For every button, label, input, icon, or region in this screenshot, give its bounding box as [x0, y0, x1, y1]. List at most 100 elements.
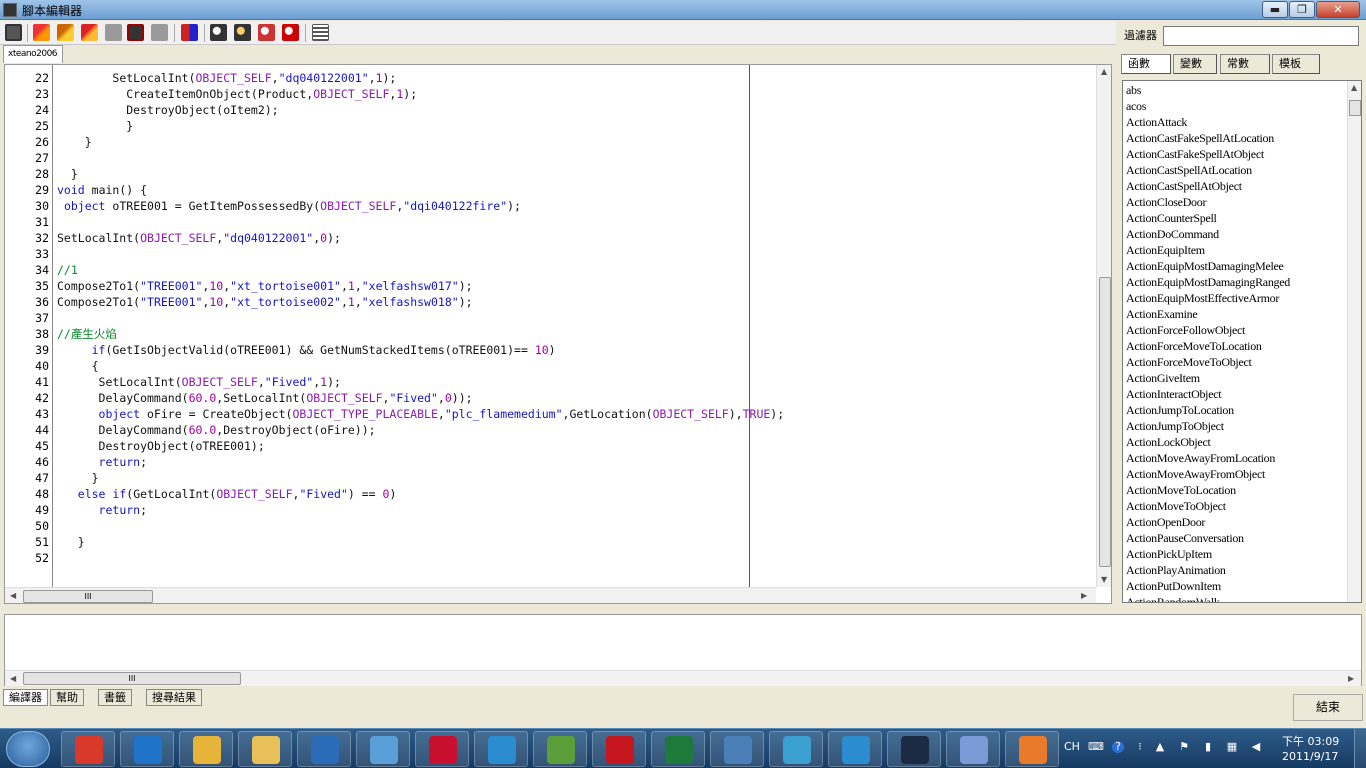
- taskbar-app-acrobat[interactable]: [415, 731, 469, 767]
- code-line[interactable]: DelayCommand(60.0,SetLocalInt(OBJECT_SEL…: [57, 390, 473, 406]
- bookmark-icon[interactable]: [181, 24, 198, 41]
- function-list-item[interactable]: ActionForceMoveToObject: [1126, 354, 1252, 370]
- code-line[interactable]: SetLocalInt(OBJECT_SELF,"Fived",1);: [57, 374, 341, 390]
- finish-button[interactable]: 結束: [1293, 694, 1363, 721]
- code-line[interactable]: DestroyObject(oItem2);: [57, 102, 278, 118]
- taskbar-app-internet-explorer[interactable]: [120, 731, 174, 767]
- clock-date[interactable]: 2011/9/17: [1282, 750, 1338, 763]
- output-scroll-thumb[interactable]: III: [23, 672, 241, 685]
- build-all-icon[interactable]: [81, 24, 98, 41]
- function-list-item[interactable]: ActionForceFollowObject: [1126, 322, 1245, 338]
- function-list-item[interactable]: ActionMoveToObject: [1126, 498, 1226, 514]
- filter-input[interactable]: [1163, 26, 1359, 46]
- taskbar-app-itunes[interactable]: [474, 731, 528, 767]
- code-editor[interactable]: 22 23 24 25 26 27 28 29 30 31 32 33 34 35 36 37 38 39 40 41…: [4, 64, 1112, 604]
- show-desktop-button[interactable]: [1354, 729, 1366, 768]
- tab-compiler[interactable]: 編譯器: [3, 689, 48, 706]
- taskbar-app-evernote[interactable]: [533, 731, 587, 767]
- function-list-item[interactable]: ActionEquipMostDamagingRanged: [1126, 274, 1290, 290]
- tab-search-results[interactable]: 搜尋結果: [146, 689, 202, 706]
- vertical-scroll-thumb[interactable]: [1099, 277, 1111, 567]
- function-list-item[interactable]: ActionPutDownItem: [1126, 578, 1221, 594]
- replace-icon[interactable]: [258, 24, 275, 41]
- options-icon[interactable]: ⁝: [1134, 741, 1146, 753]
- output-panel[interactable]: ◀ III ▶: [4, 614, 1362, 686]
- find-icon[interactable]: [210, 24, 227, 41]
- function-list-item[interactable]: ActionJumpToObject: [1126, 418, 1224, 434]
- function-list-item[interactable]: ActionCastFakeSpellAtObject: [1126, 146, 1264, 162]
- volume-icon[interactable]: ◀: [1250, 741, 1262, 753]
- scroll-down-icon[interactable]: ▼: [1101, 575, 1107, 584]
- code-area[interactable]: SetLocalInt(OBJECT_SELF,"dq040122001",1)…: [57, 65, 1097, 587]
- function-list-item[interactable]: ActionCounterSpell: [1126, 210, 1217, 226]
- minimize-button[interactable]: ▬: [1262, 1, 1288, 18]
- code-line[interactable]: else if(GetLocalInt(OBJECT_SELF,"Fived")…: [57, 486, 397, 502]
- code-line[interactable]: Compose2To1("TREE001",10,"xt_tortoise001…: [57, 278, 473, 294]
- code-line[interactable]: }: [57, 134, 92, 150]
- close-button[interactable]: ✕: [1316, 1, 1360, 18]
- code-line[interactable]: DelayCommand(60.0,DestroyObject(oFire));: [57, 422, 376, 438]
- maximize-button[interactable]: ❐: [1289, 1, 1315, 18]
- scroll-up-icon[interactable]: ▲: [1351, 83, 1357, 92]
- code-line[interactable]: //1: [57, 262, 78, 278]
- keyboard-icon[interactable]: ⌨: [1088, 741, 1104, 753]
- taskbar-app-media-player[interactable]: [1005, 731, 1059, 767]
- code-line[interactable]: return;: [57, 502, 147, 518]
- start-button[interactable]: [6, 731, 50, 767]
- output-scrollbar[interactable]: ◀ III ▶: [5, 670, 1361, 686]
- vertical-scrollbar[interactable]: ▲ ▼: [1096, 65, 1111, 587]
- find-in-files-icon[interactable]: [282, 24, 299, 41]
- taskbar-app-quick-launch[interactable]: [297, 731, 351, 767]
- function-list-item[interactable]: ActionCastFakeSpellAtLocation: [1126, 130, 1274, 146]
- tab-functions[interactable]: 函數: [1121, 54, 1171, 74]
- function-list-item[interactable]: ActionCastSpellAtObject: [1126, 178, 1242, 194]
- tab-variables[interactable]: 變數: [1173, 54, 1217, 74]
- code-line[interactable]: object oFire = CreateObject(OBJECT_TYPE_…: [57, 406, 785, 422]
- network-icon[interactable]: ▦: [1226, 741, 1238, 753]
- horizontal-scroll-thumb[interactable]: III: [23, 590, 153, 603]
- function-list-item[interactable]: acos: [1126, 98, 1146, 114]
- code-line[interactable]: if(GetIsObjectValid(oTREE001) && GetNumS…: [57, 342, 556, 358]
- scroll-up-icon[interactable]: ▲: [1101, 67, 1107, 76]
- help-icon[interactable]: ?: [1112, 741, 1124, 753]
- taskbar-app-picasa[interactable]: [356, 731, 410, 767]
- code-line[interactable]: void main() {: [57, 182, 147, 198]
- code-line[interactable]: SetLocalInt(OBJECT_SELF,"dq040122001",1)…: [57, 70, 396, 86]
- clock-time[interactable]: 下午 03:09: [1282, 733, 1339, 749]
- code-line[interactable]: Compose2To1("TREE001",10,"xt_tortoise002…: [57, 294, 473, 310]
- function-list-item[interactable]: ActionPauseConversation: [1126, 530, 1244, 546]
- function-list-item[interactable]: ActionAttack: [1126, 114, 1187, 130]
- function-list-item[interactable]: ActionEquipItem: [1126, 242, 1205, 258]
- file-tab[interactable]: xteano2006: [3, 45, 63, 63]
- function-list-item[interactable]: ActionOpenDoor: [1126, 514, 1205, 530]
- function-list-item[interactable]: ActionCastSpellAtLocation: [1126, 162, 1252, 178]
- function-list-item[interactable]: ActionExamine: [1126, 306, 1198, 322]
- taskbar-app-remote-desktop[interactable]: [710, 731, 764, 767]
- function-list[interactable]: ▲ abs acos ActionAttack ActionCastFakeSpell…: [1122, 80, 1362, 603]
- function-list-item[interactable]: ActionEquipMostEffectiveArmor: [1126, 290, 1279, 306]
- taskbar-app-messenger[interactable]: [769, 731, 823, 767]
- taskbar-app-itunes-2[interactable]: [828, 731, 882, 767]
- function-list-item[interactable]: ActionLockObject: [1126, 434, 1211, 450]
- code-line[interactable]: }: [57, 118, 133, 134]
- scroll-left-icon[interactable]: ◀: [10, 591, 16, 600]
- function-list-item[interactable]: ActionEquipMostDamagingMelee: [1126, 258, 1284, 274]
- open-icon[interactable]: [105, 24, 122, 41]
- build-icon[interactable]: [57, 24, 74, 41]
- code-line[interactable]: //產生火焰: [57, 326, 117, 342]
- code-line[interactable]: object oTREE001 = GetItemPossessedBy(OBJ…: [57, 198, 521, 214]
- find-next-icon[interactable]: [234, 24, 251, 41]
- taskbar-app-file-explorer[interactable]: [238, 731, 292, 767]
- function-list-item[interactable]: abs: [1126, 82, 1141, 98]
- save-all-icon[interactable]: [151, 24, 168, 41]
- horizontal-scrollbar[interactable]: ◀ III ▶: [5, 587, 1096, 603]
- scroll-right-icon[interactable]: ▶: [1348, 674, 1354, 683]
- function-list-item[interactable]: ActionMoveToLocation: [1126, 482, 1236, 498]
- scroll-right-icon[interactable]: ▶: [1081, 591, 1087, 600]
- function-list-item[interactable]: ActionJumpToLocation: [1126, 402, 1234, 418]
- code-line[interactable]: }: [57, 534, 85, 550]
- code-line[interactable]: }: [57, 166, 78, 182]
- tab-help[interactable]: 幫助: [50, 689, 84, 706]
- flag-icon[interactable]: ⚑: [1178, 741, 1190, 753]
- function-list-item[interactable]: ActionGiveItem: [1126, 370, 1200, 386]
